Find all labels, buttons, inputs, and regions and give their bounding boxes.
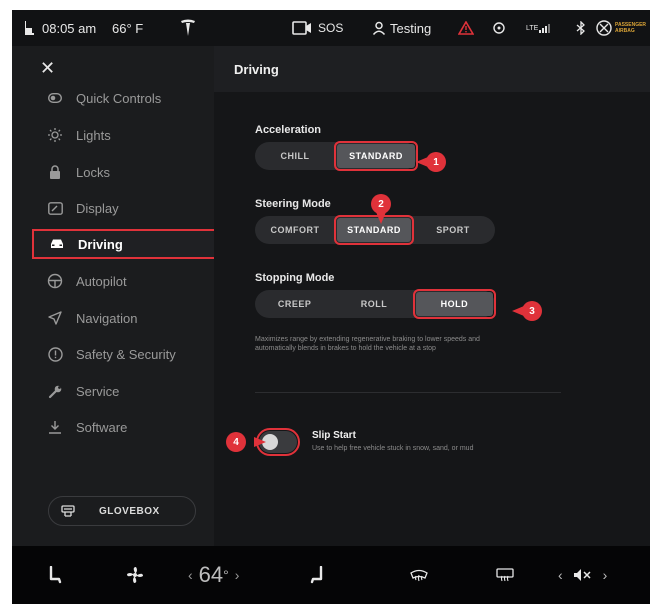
airbag-icon xyxy=(596,20,612,36)
sidebar-item-software[interactable]: Software xyxy=(32,413,218,441)
callout-3: 3 xyxy=(512,301,542,321)
sidebar-item-label: Locks xyxy=(76,164,110,180)
clock: 08:05 am xyxy=(42,20,97,36)
sidebar-item-label: Software xyxy=(76,419,128,435)
callout-number: 1 xyxy=(426,152,446,172)
sidebar-item-label: Lights xyxy=(76,127,111,143)
muted-speaker-icon[interactable] xyxy=(573,568,593,582)
toggle-icon xyxy=(46,89,64,107)
sidebar-item-label: Safety & Security xyxy=(76,346,176,362)
steering-mode-label: Steering Mode xyxy=(255,198,331,210)
sidebar-item-safety-security[interactable]: Safety & Security xyxy=(32,340,218,368)
stopping-mode-description: Maximizes range by extending regenerativ… xyxy=(255,336,480,352)
stopping-option-roll[interactable]: ROLL xyxy=(336,292,411,316)
lock-icon xyxy=(46,163,64,181)
acceleration-label: Acceleration xyxy=(255,124,322,136)
volume-up-button[interactable]: › xyxy=(603,567,608,583)
callout-number: 3 xyxy=(522,301,542,321)
stopping-option-hold[interactable]: HOLD xyxy=(412,289,497,319)
warning-triangle-icon[interactable] xyxy=(458,10,474,46)
sidebar-item-label: Driving xyxy=(78,236,123,252)
outside-temperature: 66° F xyxy=(112,20,144,36)
profile-name[interactable]: Testing xyxy=(390,10,431,46)
sidebar-item-lights[interactable]: Lights xyxy=(32,121,218,149)
status-bar: 08:05 am 66° F SOS Testing LTE PASSENGER… xyxy=(12,10,650,46)
callout-1: 1 xyxy=(416,152,446,172)
cabin-temperature-control: ‹ 64 ° › xyxy=(182,546,245,604)
volume-control: ‹ › xyxy=(558,546,607,604)
rear-defrost-icon[interactable] xyxy=(496,546,514,604)
seat-icon[interactable] xyxy=(24,10,36,46)
airbag-label-line2: AIRBAG xyxy=(615,28,635,34)
display-icon xyxy=(46,199,64,217)
stopping-mode-selector: CREEP ROLL HOLD xyxy=(255,289,497,319)
degree-symbol: ° xyxy=(223,567,229,583)
lte-label: LTE xyxy=(526,24,539,32)
alert-circle-icon xyxy=(46,345,64,363)
sun-icon xyxy=(46,126,64,144)
sidebar-item-autopilot[interactable]: Autopilot xyxy=(32,267,218,295)
sidebar-item-label: Autopilot xyxy=(76,273,127,289)
stopping-option-creep[interactable]: CREEP xyxy=(257,292,332,316)
acceleration-selector: CHILL STANDARD xyxy=(255,141,418,171)
dashcam-icon[interactable] xyxy=(292,10,312,46)
callout-2: 2 xyxy=(371,194,391,224)
fan-icon[interactable] xyxy=(126,546,144,604)
navigation-arrow-icon xyxy=(46,309,64,327)
settings-sidebar: ✕ Quick Controls Lights Locks Display Dr… xyxy=(12,46,219,546)
passenger-seat-heater-icon[interactable] xyxy=(310,546,324,604)
panel-header: Driving xyxy=(214,46,650,92)
glovebox-icon xyxy=(61,505,75,517)
sidebar-item-service[interactable]: Service xyxy=(32,377,218,405)
volume-down-button[interactable]: ‹ xyxy=(558,567,563,583)
sidebar-item-label: Service xyxy=(76,383,120,399)
bottom-control-bar: ‹ 64 ° › ‹ › xyxy=(12,546,650,604)
steering-wheel-icon xyxy=(46,272,64,290)
callout-number: 4 xyxy=(226,432,246,452)
profile-icon[interactable] xyxy=(372,10,386,46)
close-icon[interactable]: ✕ xyxy=(40,58,55,79)
front-defrost-icon[interactable] xyxy=(410,546,428,604)
callout-4: 4 xyxy=(226,432,266,452)
sidebar-item-navigation[interactable]: Navigation xyxy=(32,304,218,332)
temp-increase-button[interactable]: › xyxy=(235,567,240,583)
cabin-temperature[interactable]: 64 xyxy=(199,562,223,588)
sidebar-item-label: Quick Controls xyxy=(76,90,162,106)
sidebar-item-locks[interactable]: Locks xyxy=(32,158,218,186)
steering-option-comfort[interactable]: COMFORT xyxy=(257,218,333,242)
car-icon xyxy=(48,235,66,253)
sidebar-item-quick-controls[interactable]: Quick Controls xyxy=(32,84,218,112)
acceleration-option-standard[interactable]: STANDARD xyxy=(334,141,418,171)
slip-start-title: Slip Start xyxy=(312,430,356,441)
slip-start-description: Use to help free vehicle stuck in snow, … xyxy=(312,445,474,452)
temp-decrease-button[interactable]: ‹ xyxy=(188,567,193,583)
wrench-icon xyxy=(46,382,64,400)
sidebar-item-display[interactable]: Display xyxy=(32,194,218,222)
sidebar-item-driving[interactable]: Driving xyxy=(32,229,219,259)
callout-number: 2 xyxy=(371,194,391,214)
passenger-airbag-indicator: PASSENGER AIRBAG xyxy=(596,10,646,46)
download-icon xyxy=(46,418,64,436)
tesla-logo-icon[interactable] xyxy=(180,10,196,46)
steering-option-sport[interactable]: SPORT xyxy=(415,218,491,242)
page-title: Driving xyxy=(234,61,279,77)
sos-indicator[interactable]: SOS xyxy=(318,10,343,46)
tire-pressure-icon xyxy=(492,10,506,46)
lte-indicator: LTE xyxy=(526,10,551,46)
driver-seat-heater-icon[interactable] xyxy=(48,546,62,604)
glovebox-button[interactable]: GLOVEBOX xyxy=(48,496,196,526)
sidebar-item-label: Display xyxy=(76,200,119,216)
driving-settings-panel: Driving Acceleration CHILL STANDARD Stee… xyxy=(214,46,650,546)
section-divider xyxy=(255,392,561,393)
sidebar-item-label: Navigation xyxy=(76,310,138,326)
acceleration-option-chill[interactable]: CHILL xyxy=(257,144,333,168)
stopping-mode-label: Stopping Mode xyxy=(255,272,335,284)
tesla-screen: 08:05 am 66° F SOS Testing LTE PASSENGER… xyxy=(12,10,650,604)
glovebox-label: GLOVEBOX xyxy=(99,505,160,517)
bluetooth-icon[interactable] xyxy=(576,10,586,46)
